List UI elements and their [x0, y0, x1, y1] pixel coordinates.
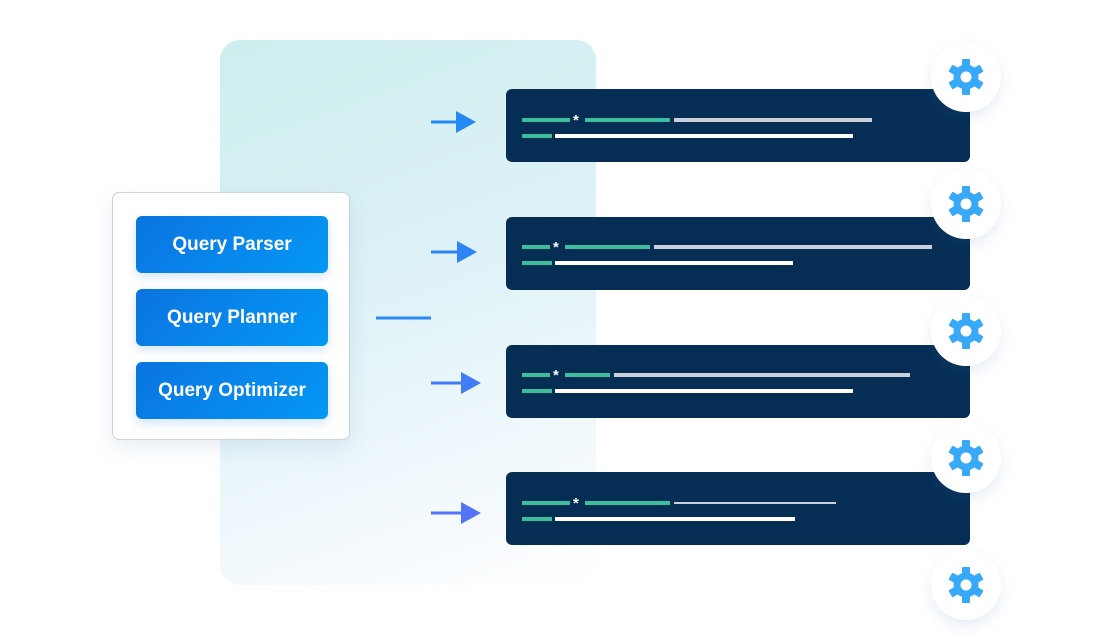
worker-node-5[interactable]: [931, 550, 1001, 620]
arrow-right-icon: [461, 502, 481, 524]
arrow-right-icon: [461, 372, 481, 394]
code-line: [522, 261, 552, 265]
code-line: [614, 373, 910, 377]
worker-node-2[interactable]: [931, 169, 1001, 239]
query-optimizer-button[interactable]: Query Optimizer: [136, 362, 328, 419]
worker-node-1[interactable]: [931, 42, 1001, 112]
code-line: [565, 245, 650, 249]
query-parser-button[interactable]: Query Parser: [136, 216, 328, 273]
code-line: [522, 373, 550, 377]
code-line: [522, 134, 552, 138]
arrow-right-icon: [457, 241, 477, 263]
code-line: [522, 501, 570, 505]
code-line: [522, 245, 550, 249]
worker-node-3[interactable]: [931, 296, 1001, 366]
code-card: *: [506, 89, 970, 162]
code-line: [522, 517, 552, 521]
query-engine-box: Query Parser Query Planner Query Optimiz…: [112, 192, 350, 440]
code-card: *: [506, 472, 970, 545]
code-line: [565, 373, 610, 377]
gear-icon: [948, 313, 984, 349]
wildcard-symbol: *: [573, 112, 579, 129]
code-line: [555, 517, 795, 521]
wildcard-symbol: *: [573, 495, 579, 512]
worker-node-4[interactable]: [931, 423, 1001, 493]
gear-icon: [948, 440, 984, 476]
code-card: *: [506, 345, 970, 418]
code-line: [555, 261, 793, 265]
code-line: [654, 245, 932, 249]
code-line: [522, 389, 552, 393]
code-line: [522, 118, 570, 122]
arrow-right-icon: [456, 111, 476, 133]
gear-icon: [948, 59, 984, 95]
code-line: [585, 501, 670, 505]
gear-icon: [948, 567, 984, 603]
code-line: [674, 118, 872, 122]
code-line: [585, 118, 670, 122]
wildcard-symbol: *: [553, 367, 559, 384]
code-card: *: [506, 217, 970, 290]
code-line: [674, 502, 836, 504]
wildcard-symbol: *: [553, 239, 559, 256]
gear-icon: [948, 186, 984, 222]
code-line: [555, 389, 853, 393]
code-line: [555, 134, 853, 138]
query-planner-button[interactable]: Query Planner: [136, 289, 328, 346]
